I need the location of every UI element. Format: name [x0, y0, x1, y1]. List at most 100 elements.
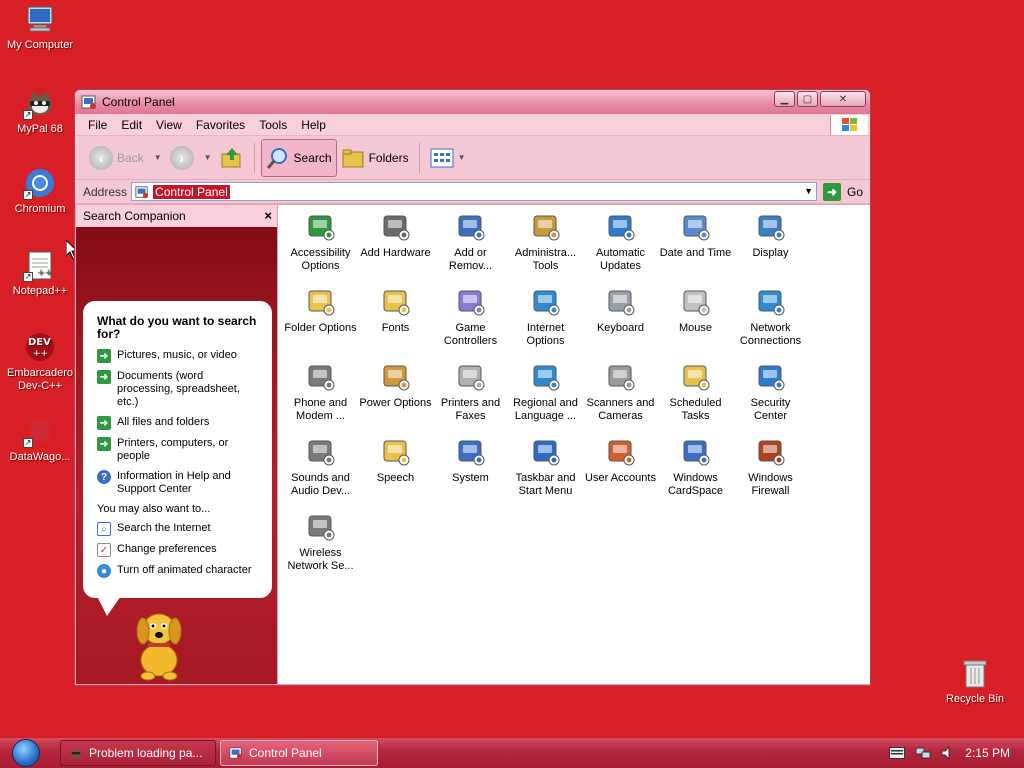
address-field[interactable]: Control Panel ▼ — [131, 182, 818, 201]
devcpp-icon: DEV ++ — [23, 330, 57, 364]
taskbar-button-mypal[interactable]: Problem loading pa... — [60, 740, 216, 766]
control-panel-item[interactable]: System — [433, 433, 508, 508]
keyboard-icon — [604, 285, 638, 319]
menu-tools[interactable]: Tools — [252, 118, 294, 132]
turn-off-character-link[interactable]: ● Turn off animated character — [97, 564, 262, 578]
folders-button[interactable]: Folders — [337, 139, 413, 177]
search-option-all-files[interactable]: ➜ All files and folders — [97, 416, 262, 430]
window-titlebar[interactable]: Control Panel ▁ ▢ ✕ — [75, 90, 870, 114]
network-icon[interactable] — [915, 745, 931, 761]
search-option-media[interactable]: ➜ Pictures, music, or video — [97, 349, 262, 363]
maximize-button[interactable]: ▢ — [797, 91, 818, 107]
menu-favorites[interactable]: Favorites — [189, 118, 252, 132]
windows-logo-icon — [830, 115, 868, 135]
address-value: Control Panel — [153, 184, 230, 199]
chevron-down-icon[interactable]: ▼ — [204, 153, 212, 162]
go-button[interactable]: ➜ Go — [823, 182, 863, 201]
control-panel-item[interactable]: Taskbar and Start Menu — [508, 433, 583, 508]
taskbar-button-label: Control Panel — [249, 746, 322, 760]
search-option-help[interactable]: ? Information in Help and Support Center — [97, 470, 262, 496]
control-panel-item[interactable]: Printers and Faxes — [433, 358, 508, 433]
forward-arrow-icon: › — [169, 145, 194, 170]
desktop-icon-mypal[interactable]: ↗ MyPal 68 — [1, 86, 79, 136]
control-panel-item[interactable]: Add or Remov... — [433, 208, 508, 283]
start-button[interactable] — [0, 738, 52, 768]
control-panel-item[interactable]: Windows CardSpace — [658, 433, 733, 508]
minimize-icon: ▁ — [780, 93, 789, 105]
search-dog-character-icon[interactable] — [126, 605, 192, 681]
menu-file[interactable]: File — [81, 118, 114, 132]
control-panel-item[interactable]: Power Options — [358, 358, 433, 433]
close-icon[interactable]: × — [264, 208, 272, 223]
menu-bar: File Edit View Favorites Tools Help — [75, 114, 870, 136]
control-panel-item[interactable]: Automatic Updates — [583, 208, 658, 283]
search-internet-link[interactable]: ⌕ Search the Internet — [97, 522, 262, 536]
svg-text:++: ++ — [33, 349, 48, 359]
security-center-icon — [754, 360, 788, 394]
mypal-icon — [70, 749, 82, 759]
search-option-printers[interactable]: ➜ Printers, computers, or people — [97, 437, 262, 463]
desktop-icon-chromium[interactable]: ↗ Chromium — [1, 166, 79, 216]
desktop-icon-datawago[interactable]: ↗ DataWago... — [1, 414, 79, 464]
folder-options-icon — [304, 285, 338, 319]
control-panel-item[interactable]: Regional and Language ... — [508, 358, 583, 433]
control-panel-item[interactable]: Date and Time — [658, 208, 733, 283]
green-arrow-icon: ➜ — [97, 370, 111, 384]
minimize-button[interactable]: ▁ — [774, 91, 795, 107]
keyboard-icon[interactable] — [889, 747, 906, 759]
control-panel-item[interactable]: Internet Options — [508, 283, 583, 358]
change-preferences-link[interactable]: ✓ Change preferences — [97, 543, 262, 557]
search-option-documents[interactable]: ➜ Documents (word processing, spreadsheet… — [97, 370, 262, 409]
control-panel-item[interactable]: Accessibility Options — [283, 208, 358, 283]
control-panel-item[interactable]: Fonts — [358, 283, 433, 358]
control-panel-item[interactable]: Keyboard — [583, 283, 658, 358]
control-panel-item[interactable]: Game Controllers — [433, 283, 508, 358]
desktop-icon-recycle-bin[interactable]: Recycle Bin — [936, 656, 1014, 706]
search-label: Search — [293, 150, 332, 165]
control-panel-item[interactable]: Scheduled Tasks — [658, 358, 733, 433]
cardspace-icon — [679, 435, 713, 469]
printers-faxes-icon — [454, 360, 488, 394]
taskbar-button-label: Problem loading pa... — [89, 746, 203, 760]
control-panel-item[interactable]: Display — [733, 208, 808, 283]
up-button[interactable] — [216, 139, 248, 177]
control-panel-item[interactable]: Administra... Tools — [508, 208, 583, 283]
control-panel-item[interactable]: Phone and Modem ... — [283, 358, 358, 433]
network-connections-icon — [754, 285, 788, 319]
desktop-icon-my-computer[interactable]: My Computer — [1, 2, 79, 52]
chevron-down-icon[interactable]: ▼ — [804, 186, 813, 196]
control-panel-item-label: Mouse — [678, 322, 713, 334]
search-button[interactable]: Search — [260, 138, 337, 177]
menu-help[interactable]: Help — [294, 118, 333, 132]
menu-edit[interactable]: Edit — [114, 118, 149, 132]
folders-label: Folders — [368, 150, 409, 165]
control-panel-item[interactable]: Speech — [358, 433, 433, 508]
forward-button[interactable]: › ▼ — [166, 139, 216, 177]
control-panel-icon — [135, 185, 149, 198]
control-panel-item[interactable]: Add Hardware — [358, 208, 433, 283]
control-panel-item[interactable]: Wireless Network Se... — [283, 508, 358, 583]
views-button[interactable]: ▼ — [426, 139, 470, 177]
desktop-icon-devcpp[interactable]: DEV ++ Embarcadero Dev-C++ — [1, 330, 79, 393]
volume-icon[interactable] — [941, 746, 955, 760]
maximize-icon: ▢ — [802, 93, 813, 105]
chevron-down-icon[interactable]: ▼ — [154, 153, 162, 162]
toolbar-divider — [253, 142, 255, 173]
menu-view[interactable]: View — [149, 118, 189, 132]
control-panel-item[interactable]: Security Center — [733, 358, 808, 433]
taskbar-button-control-panel[interactable]: Control Panel — [220, 740, 378, 766]
control-panel-item[interactable]: User Accounts — [583, 433, 658, 508]
back-button[interactable]: ‹ Back ▼ — [85, 139, 166, 177]
control-panel-item-label: Folder Options — [284, 322, 357, 334]
green-arrow-icon: ➜ — [97, 437, 111, 451]
clock[interactable]: 2:15 PM — [965, 746, 1010, 760]
close-button[interactable]: ✕ — [820, 91, 866, 107]
control-panel-item[interactable]: Windows Firewall — [733, 433, 808, 508]
search-options-bubble: What do you want to search for? ➜ Picture… — [83, 301, 272, 616]
control-panel-item[interactable]: Network Connections — [733, 283, 808, 358]
control-panel-item[interactable]: Folder Options — [283, 283, 358, 358]
control-panel-item[interactable]: Scanners and Cameras — [583, 358, 658, 433]
notepadpp-icon: ++ ↗ — [23, 248, 57, 282]
control-panel-item[interactable]: Mouse — [658, 283, 733, 358]
control-panel-item[interactable]: Sounds and Audio Dev... — [283, 433, 358, 508]
